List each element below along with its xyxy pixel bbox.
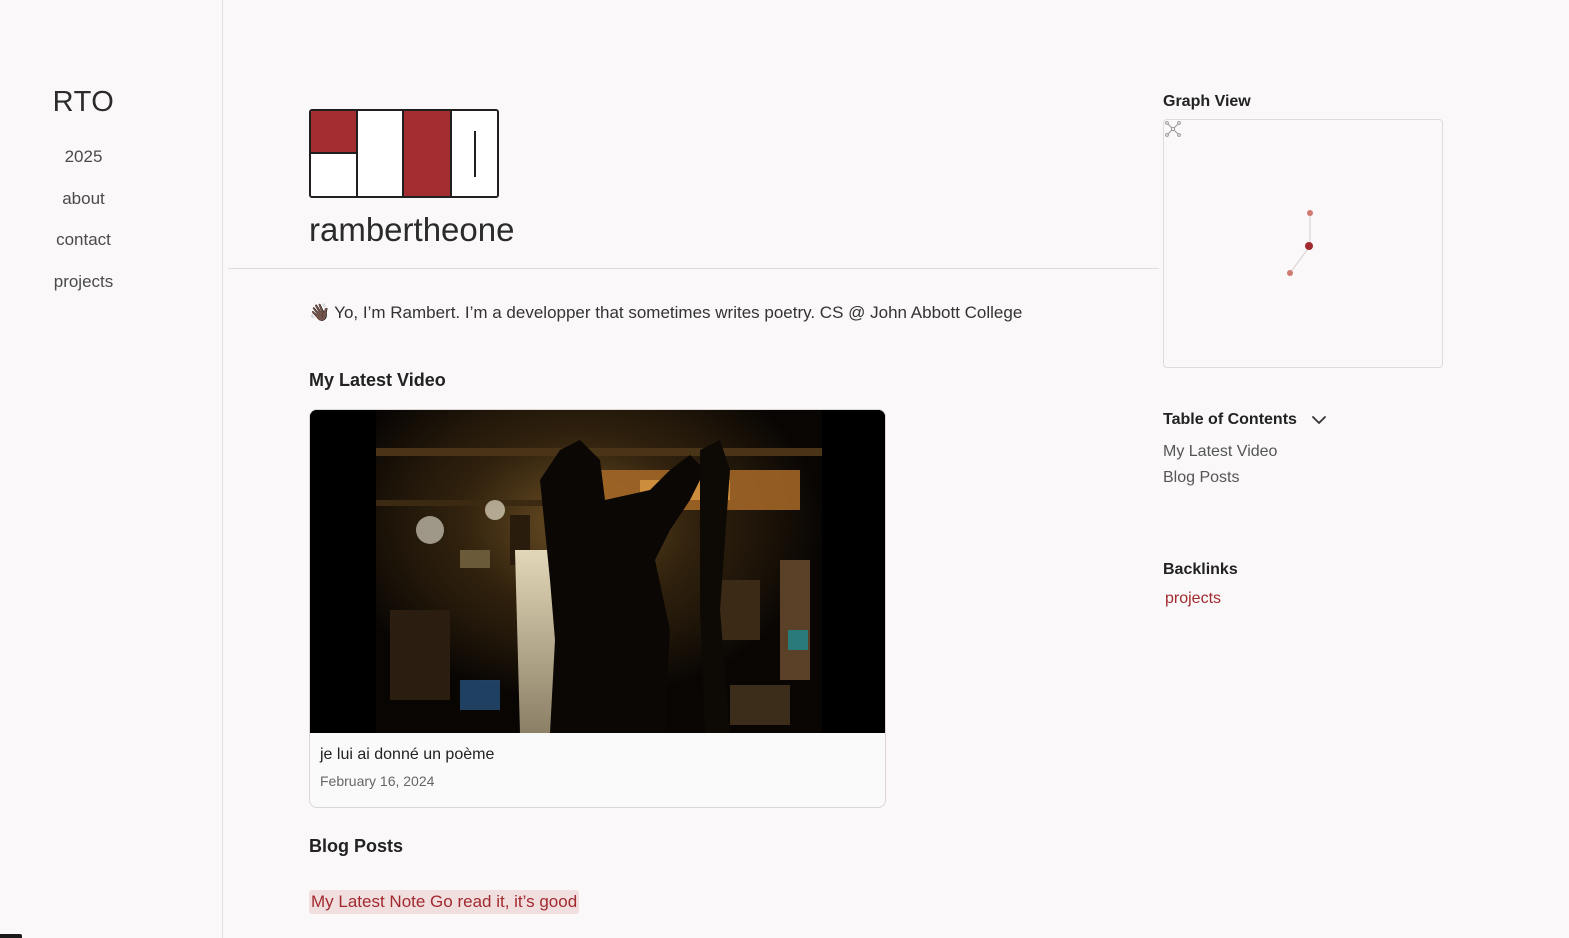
blog-posts-heading: Blog Posts	[309, 836, 404, 856]
video-date: February 16, 2024	[320, 773, 435, 789]
nav-item-2025[interactable]: 2025	[0, 147, 167, 167]
graph-edge	[1289, 245, 1311, 274]
graph-node	[1287, 270, 1293, 276]
graph-canvas[interactable]	[1164, 120, 1442, 367]
graph-view-heading: Graph View	[1163, 93, 1251, 110]
page-title: rambertheone	[309, 211, 515, 248]
nav-item-contact[interactable]: contact	[0, 230, 167, 250]
nav-item-projects[interactable]: projects	[0, 272, 167, 292]
site-title[interactable]: RTO	[0, 86, 167, 119]
graph-view[interactable]	[1163, 119, 1443, 368]
corner-widget	[0, 934, 22, 938]
intro-paragraph: 👋🏿 Yo, I’m Rambert. I’m a developper that…	[309, 303, 1022, 323]
nav-item-about[interactable]: about	[0, 189, 167, 209]
video-title[interactable]: je lui ai donné un poème	[320, 746, 494, 764]
toc-item-blog-posts[interactable]: Blog Posts	[1163, 469, 1239, 487]
header-divider	[228, 268, 1159, 269]
toc-heading[interactable]: Table of Contents	[1163, 411, 1297, 429]
sidebar: RTO 2025 about contact projects	[0, 0, 223, 938]
waving-hand-icon: 👋🏿	[309, 303, 331, 322]
backlink-projects[interactable]: projects	[1165, 590, 1221, 608]
graph-node	[1307, 210, 1313, 216]
backlinks-heading: Backlinks	[1163, 561, 1238, 578]
expand-graph-icon[interactable]	[1164, 120, 1182, 138]
chevron-down-icon[interactable]	[1310, 411, 1328, 429]
toc-item-latest-video[interactable]: My Latest Video	[1163, 443, 1277, 461]
video-card[interactable]: je lui ai donné un poème February 16, 20…	[309, 409, 886, 808]
intro-text: Yo, I’m Rambert. I’m a developper that s…	[334, 303, 1023, 322]
video-thumbnail[interactable]	[310, 410, 885, 733]
graph-node-current	[1305, 242, 1313, 250]
site-logo	[309, 109, 499, 198]
latest-note-link[interactable]: My Latest Note Go read it, it’s good	[309, 890, 580, 914]
latest-video-heading: My Latest Video	[309, 370, 446, 390]
